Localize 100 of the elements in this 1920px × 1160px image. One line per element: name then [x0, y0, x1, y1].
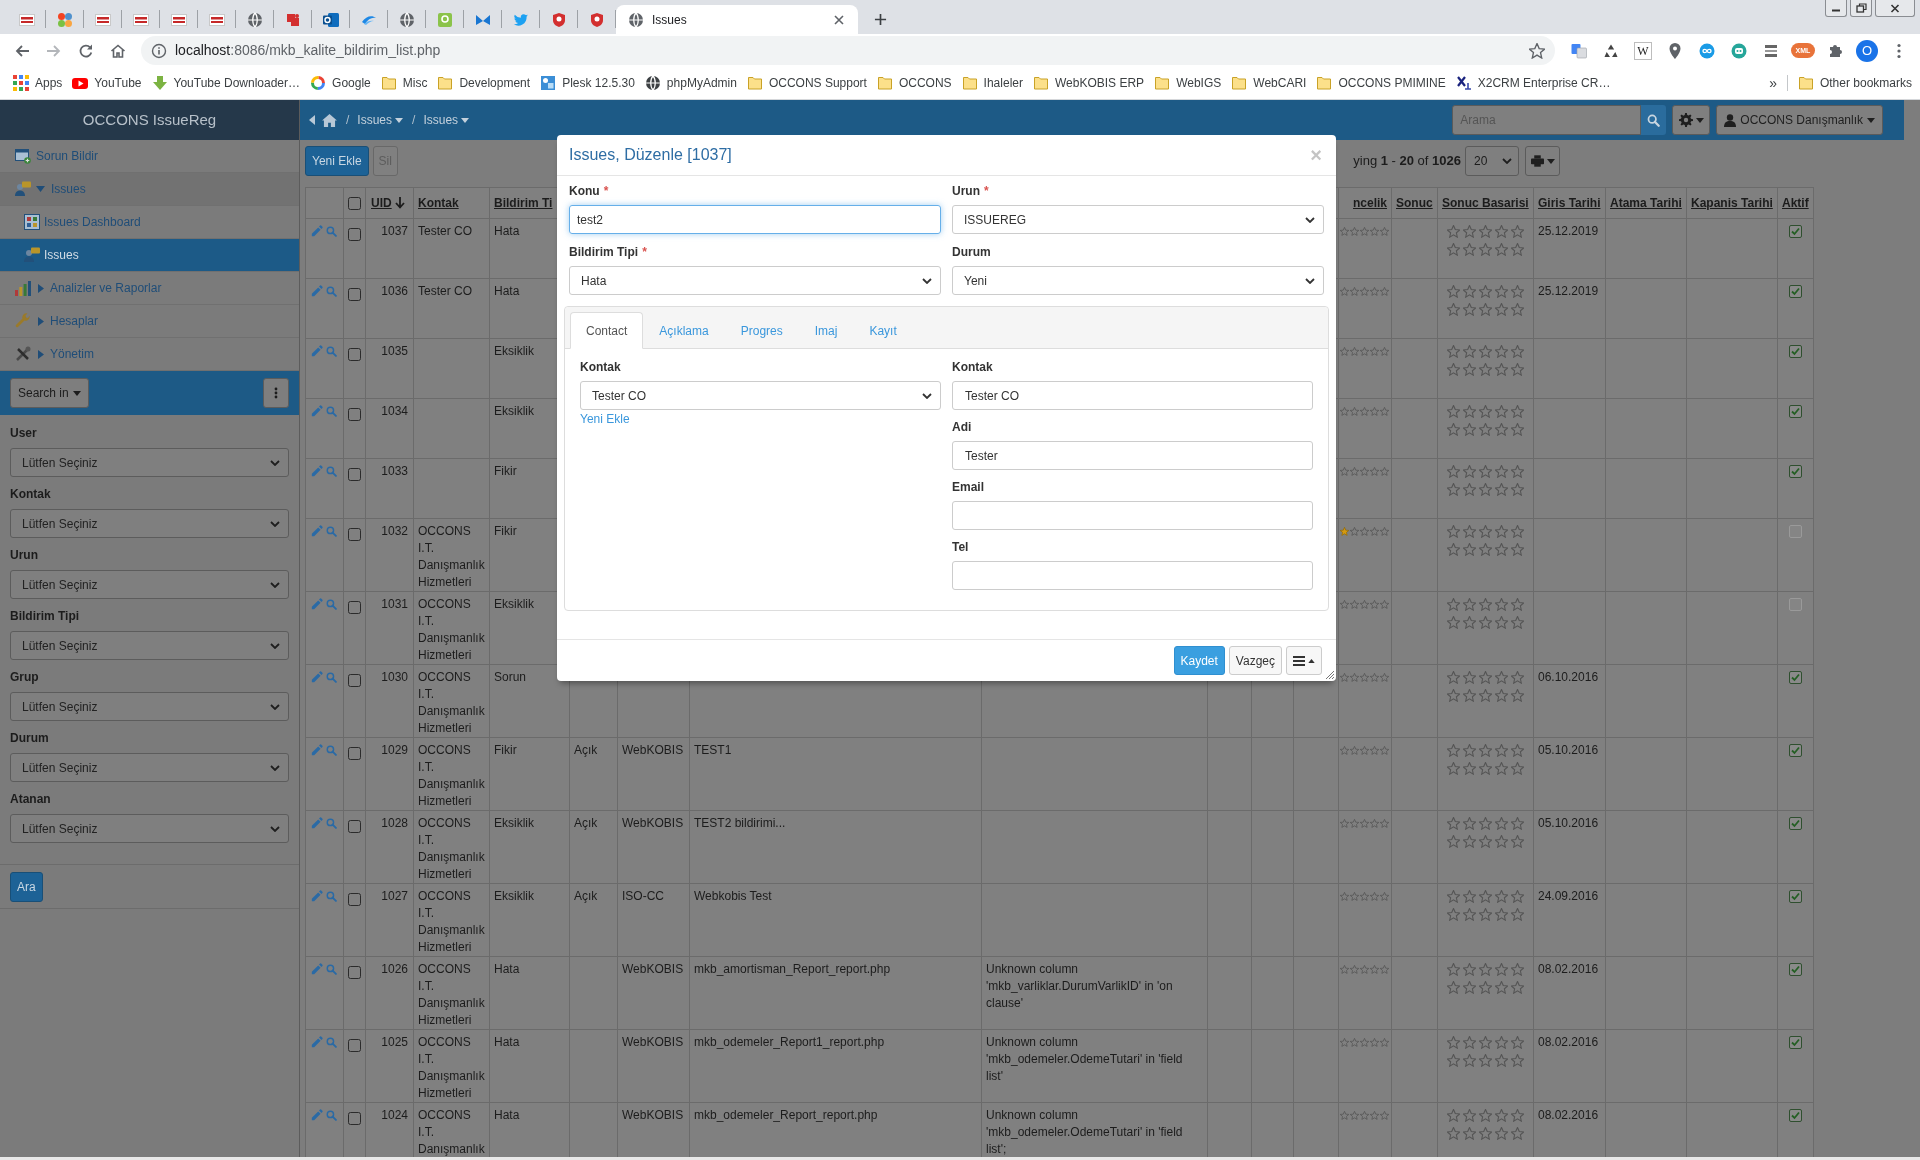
star-icon[interactable] — [1463, 907, 1476, 921]
cancel-button[interactable]: Vazgeç — [1228, 646, 1282, 675]
star-icon[interactable] — [1479, 362, 1492, 376]
star-icon[interactable] — [1380, 600, 1389, 609]
star-icon[interactable] — [1463, 1053, 1476, 1067]
bookmark[interactable]: OCCONS — [872, 71, 956, 95]
star-icon[interactable] — [1447, 362, 1460, 376]
tab[interactable]: Kayıt — [853, 312, 913, 349]
star-icon[interactable] — [1380, 347, 1389, 356]
home-icon[interactable] — [322, 113, 337, 127]
star-icon[interactable] — [1447, 671, 1460, 684]
triangles-icon[interactable] — [1603, 42, 1619, 59]
star-icon[interactable] — [1495, 482, 1508, 496]
search-icon[interactable] — [326, 671, 337, 683]
star-icon[interactable] — [1360, 467, 1369, 476]
minimize-button[interactable] — [1825, 0, 1847, 17]
star-icon[interactable] — [1511, 422, 1524, 436]
star-icon[interactable] — [1380, 467, 1389, 476]
pencil-icon[interactable] — [311, 525, 323, 537]
active-checkbox[interactable] — [1789, 963, 1802, 976]
star-icon[interactable] — [1447, 1053, 1460, 1067]
star-icon[interactable] — [1463, 1109, 1476, 1122]
row-checkbox[interactable] — [348, 747, 361, 760]
star-icon[interactable] — [1479, 345, 1492, 358]
star-icon[interactable] — [1511, 345, 1524, 358]
star-icon[interactable] — [1511, 1126, 1524, 1140]
star-icon[interactable] — [1479, 963, 1492, 976]
star-icon[interactable] — [1370, 467, 1379, 476]
star-icon[interactable] — [1463, 482, 1476, 496]
menu-button[interactable] — [1286, 646, 1322, 675]
star-icon[interactable] — [1479, 405, 1492, 418]
star-icon[interactable] — [1479, 1126, 1492, 1140]
star-icon[interactable] — [1370, 287, 1379, 296]
star-icon[interactable] — [1511, 688, 1524, 702]
star-icon[interactable] — [1447, 980, 1460, 994]
star-icon[interactable] — [1340, 819, 1349, 828]
star-icon[interactable] — [1511, 465, 1524, 478]
pencil-icon[interactable] — [311, 744, 323, 756]
star-icon[interactable] — [1447, 615, 1460, 629]
pencil-icon[interactable] — [311, 1036, 323, 1048]
star-icon[interactable] — [1479, 525, 1492, 538]
star-icon[interactable] — [1463, 834, 1476, 848]
row-checkbox[interactable] — [348, 288, 361, 301]
active-checkbox[interactable] — [1789, 345, 1802, 358]
save-button[interactable]: Kaydet — [1173, 646, 1225, 675]
star-icon[interactable] — [1447, 525, 1460, 538]
star-icon[interactable] — [1511, 980, 1524, 994]
row-checkbox[interactable] — [348, 468, 361, 481]
search-icon[interactable] — [326, 1109, 337, 1121]
home-icon[interactable] — [110, 42, 126, 59]
search-icon[interactable] — [326, 225, 337, 237]
close-icon[interactable] — [832, 12, 846, 27]
star-icon[interactable] — [1463, 1126, 1476, 1140]
star-icon[interactable] — [1463, 362, 1476, 376]
search-icon[interactable] — [326, 345, 337, 357]
star-icon[interactable] — [1495, 542, 1508, 556]
star-icon[interactable] — [1495, 422, 1508, 436]
star-icon[interactable] — [1463, 525, 1476, 538]
star-icon[interactable] — [1340, 746, 1349, 755]
print-button[interactable] — [1525, 146, 1560, 176]
search-icon[interactable] — [326, 285, 337, 297]
forward-arrow-icon[interactable] — [46, 42, 62, 59]
text-input[interactable]: Tester — [952, 441, 1313, 470]
select-field[interactable]: Hata — [569, 266, 941, 295]
star-icon[interactable] — [1479, 980, 1492, 994]
star-icon[interactable] — [1380, 1038, 1389, 1047]
filter-select[interactable]: Lütfen Seçiniz — [10, 631, 289, 660]
search-button[interactable] — [1641, 105, 1667, 135]
row-checkbox[interactable] — [348, 528, 361, 541]
breadcrumb-link[interactable]: Issues — [357, 111, 404, 129]
star-icon[interactable] — [1340, 347, 1349, 356]
star-icon[interactable] — [1447, 890, 1460, 903]
star-icon[interactable] — [1360, 227, 1369, 236]
resize-grip-icon[interactable] — [1326, 671, 1334, 679]
star-icon[interactable] — [1495, 980, 1508, 994]
star-icon[interactable] — [1370, 1038, 1379, 1047]
active-checkbox[interactable] — [1789, 225, 1802, 238]
star-icon[interactable] — [1360, 965, 1369, 974]
map-pin-icon[interactable] — [1669, 42, 1681, 59]
search-icon[interactable] — [326, 465, 337, 477]
star-icon[interactable] — [1350, 819, 1359, 828]
filter-select[interactable]: Lütfen Seçiniz — [10, 753, 289, 782]
search-icon[interactable] — [326, 890, 337, 902]
row-checkbox[interactable] — [348, 674, 361, 687]
star-icon[interactable] — [1511, 671, 1524, 684]
row-checkbox[interactable] — [348, 601, 361, 614]
star-icon[interactable] — [1447, 242, 1460, 256]
pencil-icon[interactable] — [311, 345, 323, 357]
star-icon[interactable] — [1340, 600, 1349, 609]
star-icon[interactable] — [1380, 287, 1389, 296]
star-icon[interactable] — [1495, 465, 1508, 478]
star-icon[interactable] — [1463, 598, 1476, 611]
star-icon[interactable] — [1370, 227, 1379, 236]
star-icon[interactable] — [1380, 819, 1389, 828]
select-field[interactable]: ISSUEREG — [952, 205, 1324, 234]
star-icon[interactable] — [1350, 892, 1359, 901]
star-icon[interactable] — [1447, 1109, 1460, 1122]
star-icon[interactable] — [1340, 287, 1349, 296]
star-icon[interactable] — [1511, 963, 1524, 976]
star-icon[interactable] — [1511, 285, 1524, 298]
